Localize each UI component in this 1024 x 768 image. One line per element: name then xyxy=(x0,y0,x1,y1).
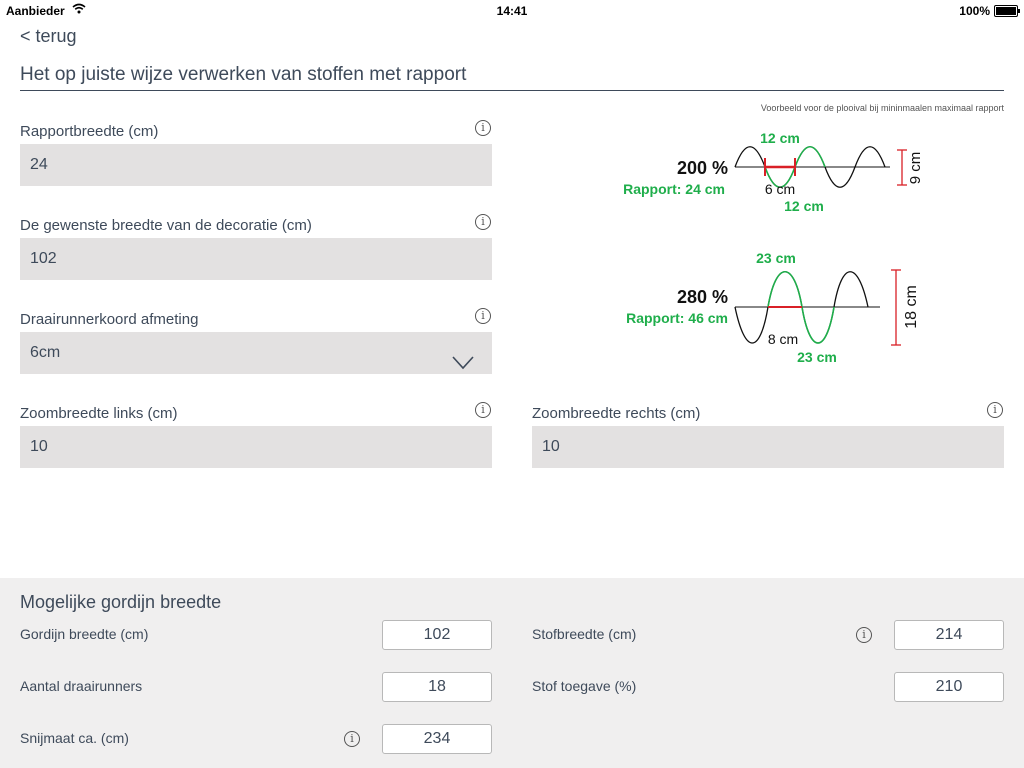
diagram-200-percent: 200 % Rapport: 24 cm 12 cm 6 cm 12 cm 9 … xyxy=(623,130,924,214)
diagram2-runner: 8 cm xyxy=(768,331,798,347)
diagram2-percent: 280 % xyxy=(677,287,728,307)
info-icon[interactable]: i xyxy=(475,402,491,418)
zoom-links-input[interactable]: 10 xyxy=(20,426,492,468)
clock: 14:41 xyxy=(496,4,528,18)
info-icon[interactable]: i xyxy=(475,214,491,230)
rapportbreedte-input[interactable]: 24 xyxy=(20,144,492,186)
diagram2-rapport: Rapport: 46 cm xyxy=(626,310,728,326)
info-icon[interactable]: i xyxy=(475,308,491,324)
diagram2-height: 18 cm xyxy=(903,285,920,329)
stofbreedte-value: 214 xyxy=(894,620,1004,650)
page-title: Het op juiste wijze verwerken van stoffe… xyxy=(20,64,467,85)
title-divider xyxy=(20,90,1004,91)
decoratie-breedte-label: De gewenste breedte van de decoratie (cm… xyxy=(20,217,312,234)
diagram-280-percent: 280 % Rapport: 46 cm 23 cm 8 cm 23 cm 18… xyxy=(626,250,920,365)
wave-diagram-illustration: 200 % Rapport: 24 cm 12 cm 6 cm 12 cm 9 … xyxy=(623,130,924,365)
info-icon[interactable]: i xyxy=(856,627,872,643)
zoom-links-label: Zoombreedte links (cm) xyxy=(20,405,178,422)
info-icon[interactable]: i xyxy=(987,402,1003,418)
decoratie-breedte-input[interactable]: 102 xyxy=(20,238,492,280)
aantal-draairunners-value: 18 xyxy=(382,672,492,702)
diagram2-bottom-width: 23 cm xyxy=(797,349,837,365)
diagram1-percent: 200 % xyxy=(677,158,728,178)
example-caption: Voorbeeld voor de plooival bij mininmaal… xyxy=(760,103,1004,113)
info-icon[interactable]: i xyxy=(475,120,491,136)
results-title: Mogelijke gordijn breedte xyxy=(20,592,222,612)
diagram1-bottom-width: 12 cm xyxy=(784,198,824,214)
battery-percentage: 100% xyxy=(959,4,990,18)
battery-icon xyxy=(994,5,1020,17)
zoom-rechts-input[interactable]: 10 xyxy=(532,426,1004,468)
info-icon[interactable]: i xyxy=(344,731,360,747)
stof-toegave-label: Stof toegave (%) xyxy=(532,678,637,694)
draairunnerkoord-selected-value: 6cm xyxy=(30,344,61,361)
zoom-rechts-label: Zoombreedte rechts (cm) xyxy=(532,405,701,422)
diagram1-top-width: 12 cm xyxy=(760,130,800,146)
draairunnerkoord-label: Draairunnerkoord afmeting xyxy=(20,311,199,328)
chevron-down-icon xyxy=(452,345,474,387)
snijmaat-value: 234 xyxy=(382,724,492,754)
diagram1-height: 9 cm xyxy=(907,152,924,185)
gordijn-breedte-value: 102 xyxy=(382,620,492,650)
snijmaat-label: Snijmaat ca. (cm) xyxy=(20,730,129,746)
back-button[interactable]: < terug xyxy=(20,26,77,47)
stof-toegave-value: 210 xyxy=(894,672,1004,702)
diagram1-rapport: Rapport: 24 cm xyxy=(623,181,725,197)
rapportbreedte-label: Rapportbreedte (cm) xyxy=(20,123,159,140)
diagram1-runner: 6 cm xyxy=(765,181,795,197)
draairunnerkoord-select[interactable]: 6cm xyxy=(20,332,492,374)
aantal-draairunners-label: Aantal draairunners xyxy=(20,678,143,694)
status-bar: Aanbieder 14:41 100% xyxy=(0,0,1024,20)
gordijn-breedte-label: Gordijn breedte (cm) xyxy=(20,626,149,642)
diagram2-top-width: 23 cm xyxy=(756,250,796,266)
stofbreedte-label: Stofbreedte (cm) xyxy=(532,626,637,642)
